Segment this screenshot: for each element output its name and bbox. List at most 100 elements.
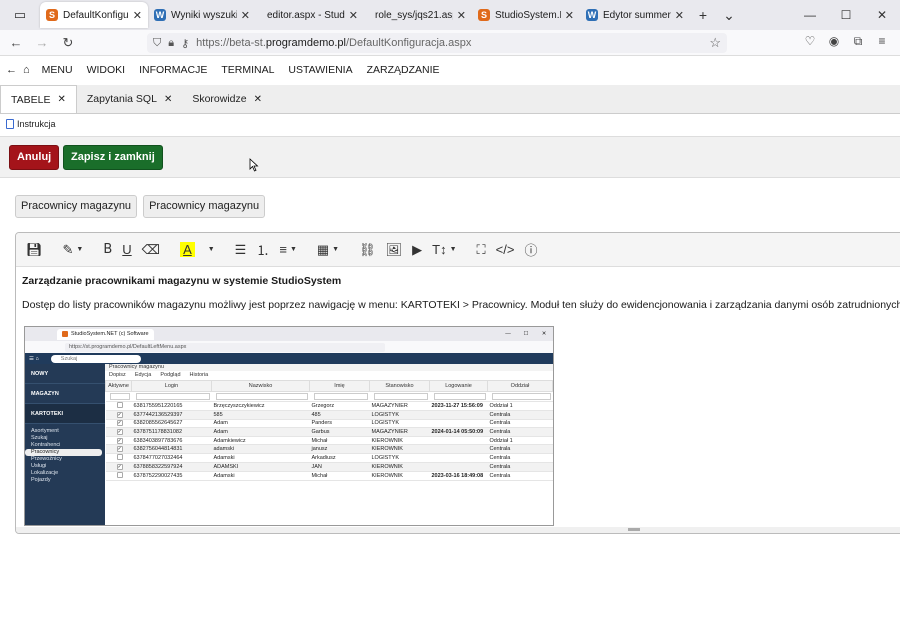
table-icon[interactable]: ▦ ▼: [312, 237, 344, 263]
app-tab[interactable]: Skorowidze ✕: [182, 85, 272, 113]
browser-tab[interactable]: W Wyniki wyszukiwania ✕: [148, 2, 256, 28]
new-tab-icon[interactable]: +: [690, 7, 716, 23]
close-tab-icon[interactable]: ✕: [254, 94, 262, 105]
menu-item[interactable]: MENU: [42, 64, 73, 76]
menu-item[interactable]: WIDOKI: [87, 64, 126, 76]
menu-item[interactable]: ZARZĄDZANIE: [367, 64, 440, 76]
underline-icon[interactable]: U: [117, 237, 136, 263]
table-cell: 6378477027032464: [131, 453, 212, 463]
cancel-button[interactable]: Anuluj: [9, 145, 60, 170]
menu-item[interactable]: USTAWIENIA: [288, 64, 352, 76]
browser-tabs: S DefaultKonfiguracja.a ✕ W Wyniki wyszukiwa…: [40, 2, 690, 28]
close-tab-icon[interactable]: ✕: [565, 9, 574, 22]
embedded-sidebar-item: Pojazdy: [31, 477, 51, 483]
menu-item[interactable]: INFORMACJE: [139, 64, 207, 76]
save-icon[interactable]: 💾︎: [21, 237, 48, 263]
highlight-color-icon[interactable]: A: [175, 237, 200, 263]
browser-tab-title: StudioSystem.NET (c): [495, 9, 561, 21]
menu-item[interactable]: TERMINAL: [221, 64, 274, 76]
browser-tab[interactable]: S DefaultKonfiguracja.a ✕: [40, 2, 148, 28]
app-tab[interactable]: TABELE ✕: [0, 85, 77, 113]
embedded-tool: Edycja: [134, 372, 152, 378]
close-tab-icon[interactable]: ✕: [58, 94, 66, 105]
browser-tab-title: role_sys/jqs21.aspx: [375, 9, 453, 21]
editor-content[interactable]: Zarządzanie pracownikami magazynu w syst…: [22, 275, 900, 323]
embedded-tool: Dopisz: [109, 372, 126, 378]
close-tab-icon[interactable]: ✕: [241, 9, 250, 22]
home-icon[interactable]: ⌂: [23, 64, 30, 76]
url-bar[interactable]: ⛉ 🔒︎ ⚷ https://beta-st.programdemo.pl/De…: [147, 33, 727, 53]
close-tab-icon[interactable]: ✕: [133, 9, 142, 22]
table-cell: Centrala: [487, 462, 553, 472]
fullscreen-icon[interactable]: ⛶: [472, 237, 491, 263]
bold-icon[interactable]: B: [98, 237, 117, 263]
close-tab-icon[interactable]: ✕: [164, 94, 172, 105]
help-icon[interactable]: ⓘ: [519, 237, 542, 263]
table-cell: Centrala: [487, 471, 553, 481]
table-cell: 6378858322597924: [131, 462, 212, 472]
bookmark-star-icon[interactable]: ☆: [709, 35, 721, 51]
embedded-tools: Dopisz Edycja Podgląd Historia: [105, 371, 553, 380]
align-icon[interactable]: ≡ ▼: [274, 237, 302, 263]
table-cell: 6382085562645627: [131, 419, 212, 429]
table-cell: Adamski: [211, 471, 310, 481]
numbered-list-icon[interactable]: ⒈: [251, 237, 274, 263]
image-icon[interactable]: 🖼︎: [381, 237, 408, 263]
bullet-list-icon[interactable]: ☰: [230, 237, 252, 263]
embedded-column-header: Nazwisko: [211, 380, 310, 392]
lock-icon[interactable]: 🔒︎: [168, 37, 174, 50]
back-arrow-icon[interactable]: ←: [6, 64, 17, 76]
table-cell: [429, 462, 488, 472]
horizontal-scrollbar[interactable]: [16, 527, 900, 533]
list-all-tabs-icon[interactable]: ▭: [0, 7, 40, 23]
checkbox: ✓: [116, 463, 123, 470]
chip-pracownicy[interactable]: Pracownicy magazynu: [15, 195, 138, 218]
video-icon[interactable]: ▶: [407, 237, 427, 263]
browser-tab[interactable]: W Edytor summernote - ✕: [580, 2, 690, 28]
eraser-icon[interactable]: ⌫: [137, 237, 165, 263]
forward-icon[interactable]: →: [29, 35, 55, 50]
embedded-url-row: https://st.programdemo.pl/DefaultLeftMen…: [25, 341, 553, 353]
close-window-icon[interactable]: ✕: [864, 8, 900, 22]
line-height-icon[interactable]: T↕ ▼: [427, 237, 461, 263]
reload-icon[interactable]: ↻: [55, 35, 81, 51]
url-text[interactable]: https://beta-st.programdemo.pl/DefaultKo…: [196, 37, 471, 49]
color-dropdown-icon[interactable]: ▼: [200, 237, 220, 263]
extensions-icon[interactable]: ⧉: [846, 34, 870, 49]
minimize-icon[interactable]: —: [792, 8, 828, 22]
embedded-column-header: Logowanie: [429, 380, 488, 392]
shield-icon[interactable]: ⛉: [153, 37, 161, 50]
close-tab-icon[interactable]: ✕: [349, 9, 358, 22]
chip-pracownicy[interactable]: Pracownicy magazynu: [143, 195, 266, 218]
embedded-column-header: Aktywne: [105, 380, 132, 392]
pocket-icon[interactable]: ♡: [798, 34, 822, 49]
tab-list-chevron-icon[interactable]: ⌄: [716, 7, 742, 24]
table-cell: KIEROWNIK: [369, 471, 430, 481]
table-cell: JAN: [309, 462, 370, 472]
embedded-tool: Historia: [189, 372, 209, 378]
table-cell: KIEROWNIK: [369, 436, 430, 446]
table-cell: MAGAZYNIER: [369, 427, 430, 437]
back-icon[interactable]: ←: [3, 35, 29, 50]
menu-icon[interactable]: ≡: [870, 34, 894, 49]
instruction-link[interactable]: Instrukcja: [6, 119, 56, 129]
close-tab-icon[interactable]: ✕: [457, 9, 466, 22]
app-tab-label: Zapytania SQL: [86, 93, 157, 105]
save-close-button[interactable]: Zapisz i zamknij: [63, 145, 163, 170]
embedded-breadcrumb: Pracownicy magazynu: [105, 364, 553, 371]
browser-tab[interactable]: role_sys/jqs21.aspx ✕: [364, 2, 472, 28]
account-icon[interactable]: ◉: [822, 34, 846, 49]
maximize-icon[interactable]: ☐: [828, 8, 864, 22]
style-pen-icon[interactable]: ✎ ▼: [58, 237, 89, 263]
app-tabs: TABELE ✕ Zapytania SQL ✕ Skorowidze ✕: [0, 85, 900, 114]
link-icon[interactable]: ⛓: [354, 237, 381, 263]
close-tab-icon[interactable]: ✕: [675, 9, 684, 22]
code-view-icon[interactable]: </>: [491, 237, 520, 263]
checkbox: [116, 471, 123, 478]
browser-tab[interactable]: S StudioSystem.NET (c) ✕: [472, 2, 580, 28]
embedded-tab-bar: StudioSystem.NET (c) Software — ☐ ✕: [25, 327, 553, 341]
app-tab[interactable]: Zapytania SQL ✕: [77, 85, 182, 113]
table-cell: 585: [211, 410, 310, 420]
permissions-icon[interactable]: ⚷: [181, 37, 189, 50]
browser-tab[interactable]: editor.aspx - StudioSyste ✕: [256, 2, 364, 28]
